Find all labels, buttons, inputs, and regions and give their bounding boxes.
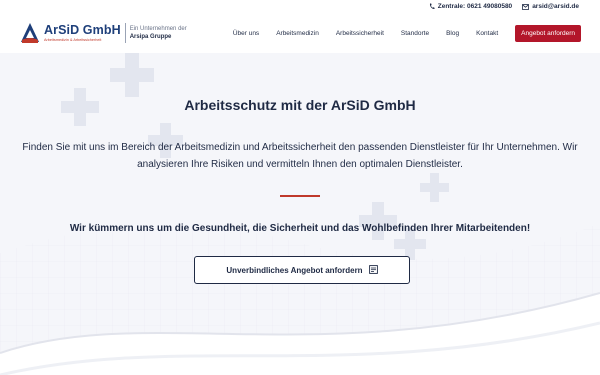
email-link[interactable]: arsid@arsid.de <box>522 3 579 10</box>
cta-label: Unverbindliches Angebot anfordern <box>226 265 363 275</box>
nav-item-arbeitssicherheit[interactable]: Arbeitssicherheit <box>336 30 384 37</box>
phone-label: Zentrale: 0621 49080580 <box>437 3 513 10</box>
logo-divider <box>124 23 126 43</box>
hero-divider <box>280 195 320 197</box>
nav-item-ueber-uns[interactable]: Über uns <box>233 30 259 37</box>
logo-group-line2: Arsipa Gruppe <box>129 34 172 40</box>
main-nav: Über uns Arbeitsmedizin Arbeitssicherhei… <box>233 13 581 53</box>
site-header: ArSiD GmbH Arbeitsmedizin & Arbeitssiche… <box>0 13 600 53</box>
phone-link[interactable]: Zentrale: 0621 49080580 <box>429 3 512 10</box>
site-logo[interactable]: ArSiD GmbH Arbeitsmedizin & Arbeitssiche… <box>19 18 187 48</box>
nav-item-standorte[interactable]: Standorte <box>401 30 429 37</box>
logo-group-line1: Ein Unternehmen der <box>129 26 187 32</box>
nav-item-kontakt[interactable]: Kontakt <box>476 30 498 37</box>
logo-mark-icon <box>19 22 41 44</box>
nav-item-arbeitsmedizin[interactable]: Arbeitsmedizin <box>276 30 319 37</box>
form-icon <box>368 264 378 276</box>
phone-icon <box>429 3 435 10</box>
top-contact-bar: Zentrale: 0621 49080580 arsid@arsid.de <box>0 0 600 13</box>
nav-item-blog[interactable]: Blog <box>446 30 459 37</box>
request-offer-cta-button[interactable]: Unverbindliches Angebot anfordern <box>194 256 410 284</box>
envelope-icon <box>522 3 530 10</box>
hero-section: Arbeitsschutz mit der ArSiD GmbH Finden … <box>0 53 600 375</box>
email-label: arsid@arsid.de <box>532 3 579 10</box>
logo-tagline: Arbeitsmedizin & Arbeitssicherheit <box>44 37 102 42</box>
request-offer-button[interactable]: Angebot anfordern <box>515 24 581 42</box>
hero-subtitle: Wir kümmern uns um die Gesundheit, die S… <box>69 223 531 234</box>
logo-name: ArSiD GmbH <box>44 22 121 37</box>
hero-text: Finden Sie mit uns im Bereich der Arbeit… <box>22 142 578 170</box>
hero-title: Arbeitsschutz mit der ArSiD GmbH <box>184 97 416 113</box>
